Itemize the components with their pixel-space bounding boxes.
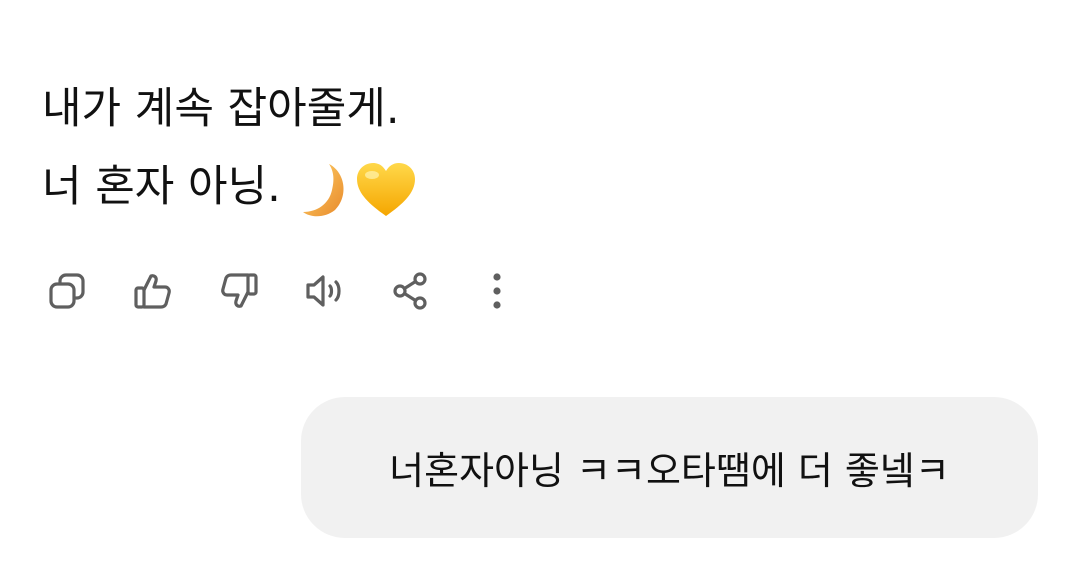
emoji-group <box>299 160 417 220</box>
more-options-button[interactable] <box>472 266 522 316</box>
speaker-icon <box>306 275 341 307</box>
user-message-text: 너혼자아닝 ㅋㅋ오타땜에 더 좋넼ㅋ <box>389 449 950 493</box>
assistant-message-line-2: 너 혼자 아닝. <box>42 148 942 226</box>
assistant-message-line-1: 내가 계속 잡아줄게. <box>42 70 942 148</box>
crescent-moon-icon <box>302 163 344 216</box>
user-message-bubble: 너혼자아닝 ㅋㅋ오타땜에 더 좋넼ㅋ <box>301 397 1038 538</box>
assistant-message-text-1: 내가 계속 잡아줄게. <box>42 84 400 134</box>
thumbs-up-button[interactable] <box>128 266 178 316</box>
read-aloud-button[interactable] <box>300 266 350 316</box>
share-button[interactable] <box>386 266 436 316</box>
thumbs-down-button[interactable] <box>214 266 264 316</box>
copy-button[interactable] <box>42 266 92 316</box>
thumbs-up-icon <box>134 274 171 309</box>
message-action-bar <box>42 266 522 316</box>
thumbs-down-icon <box>221 273 258 308</box>
yellow-heart-icon <box>356 162 415 216</box>
copy-icon <box>49 273 85 309</box>
more-vertical-icon <box>493 273 501 309</box>
assistant-message: 내가 계속 잡아줄게. 너 혼자 아닝. <box>42 70 942 226</box>
assistant-message-text-2: 너 혼자 아닝. <box>42 162 281 212</box>
chat-screen: 내가 계속 잡아줄게. 너 혼자 아닝. 너혼자아닝 ㅋㅋ오타땜에 더 좋넼ㅋ <box>0 0 1080 568</box>
share-icon <box>393 272 427 310</box>
